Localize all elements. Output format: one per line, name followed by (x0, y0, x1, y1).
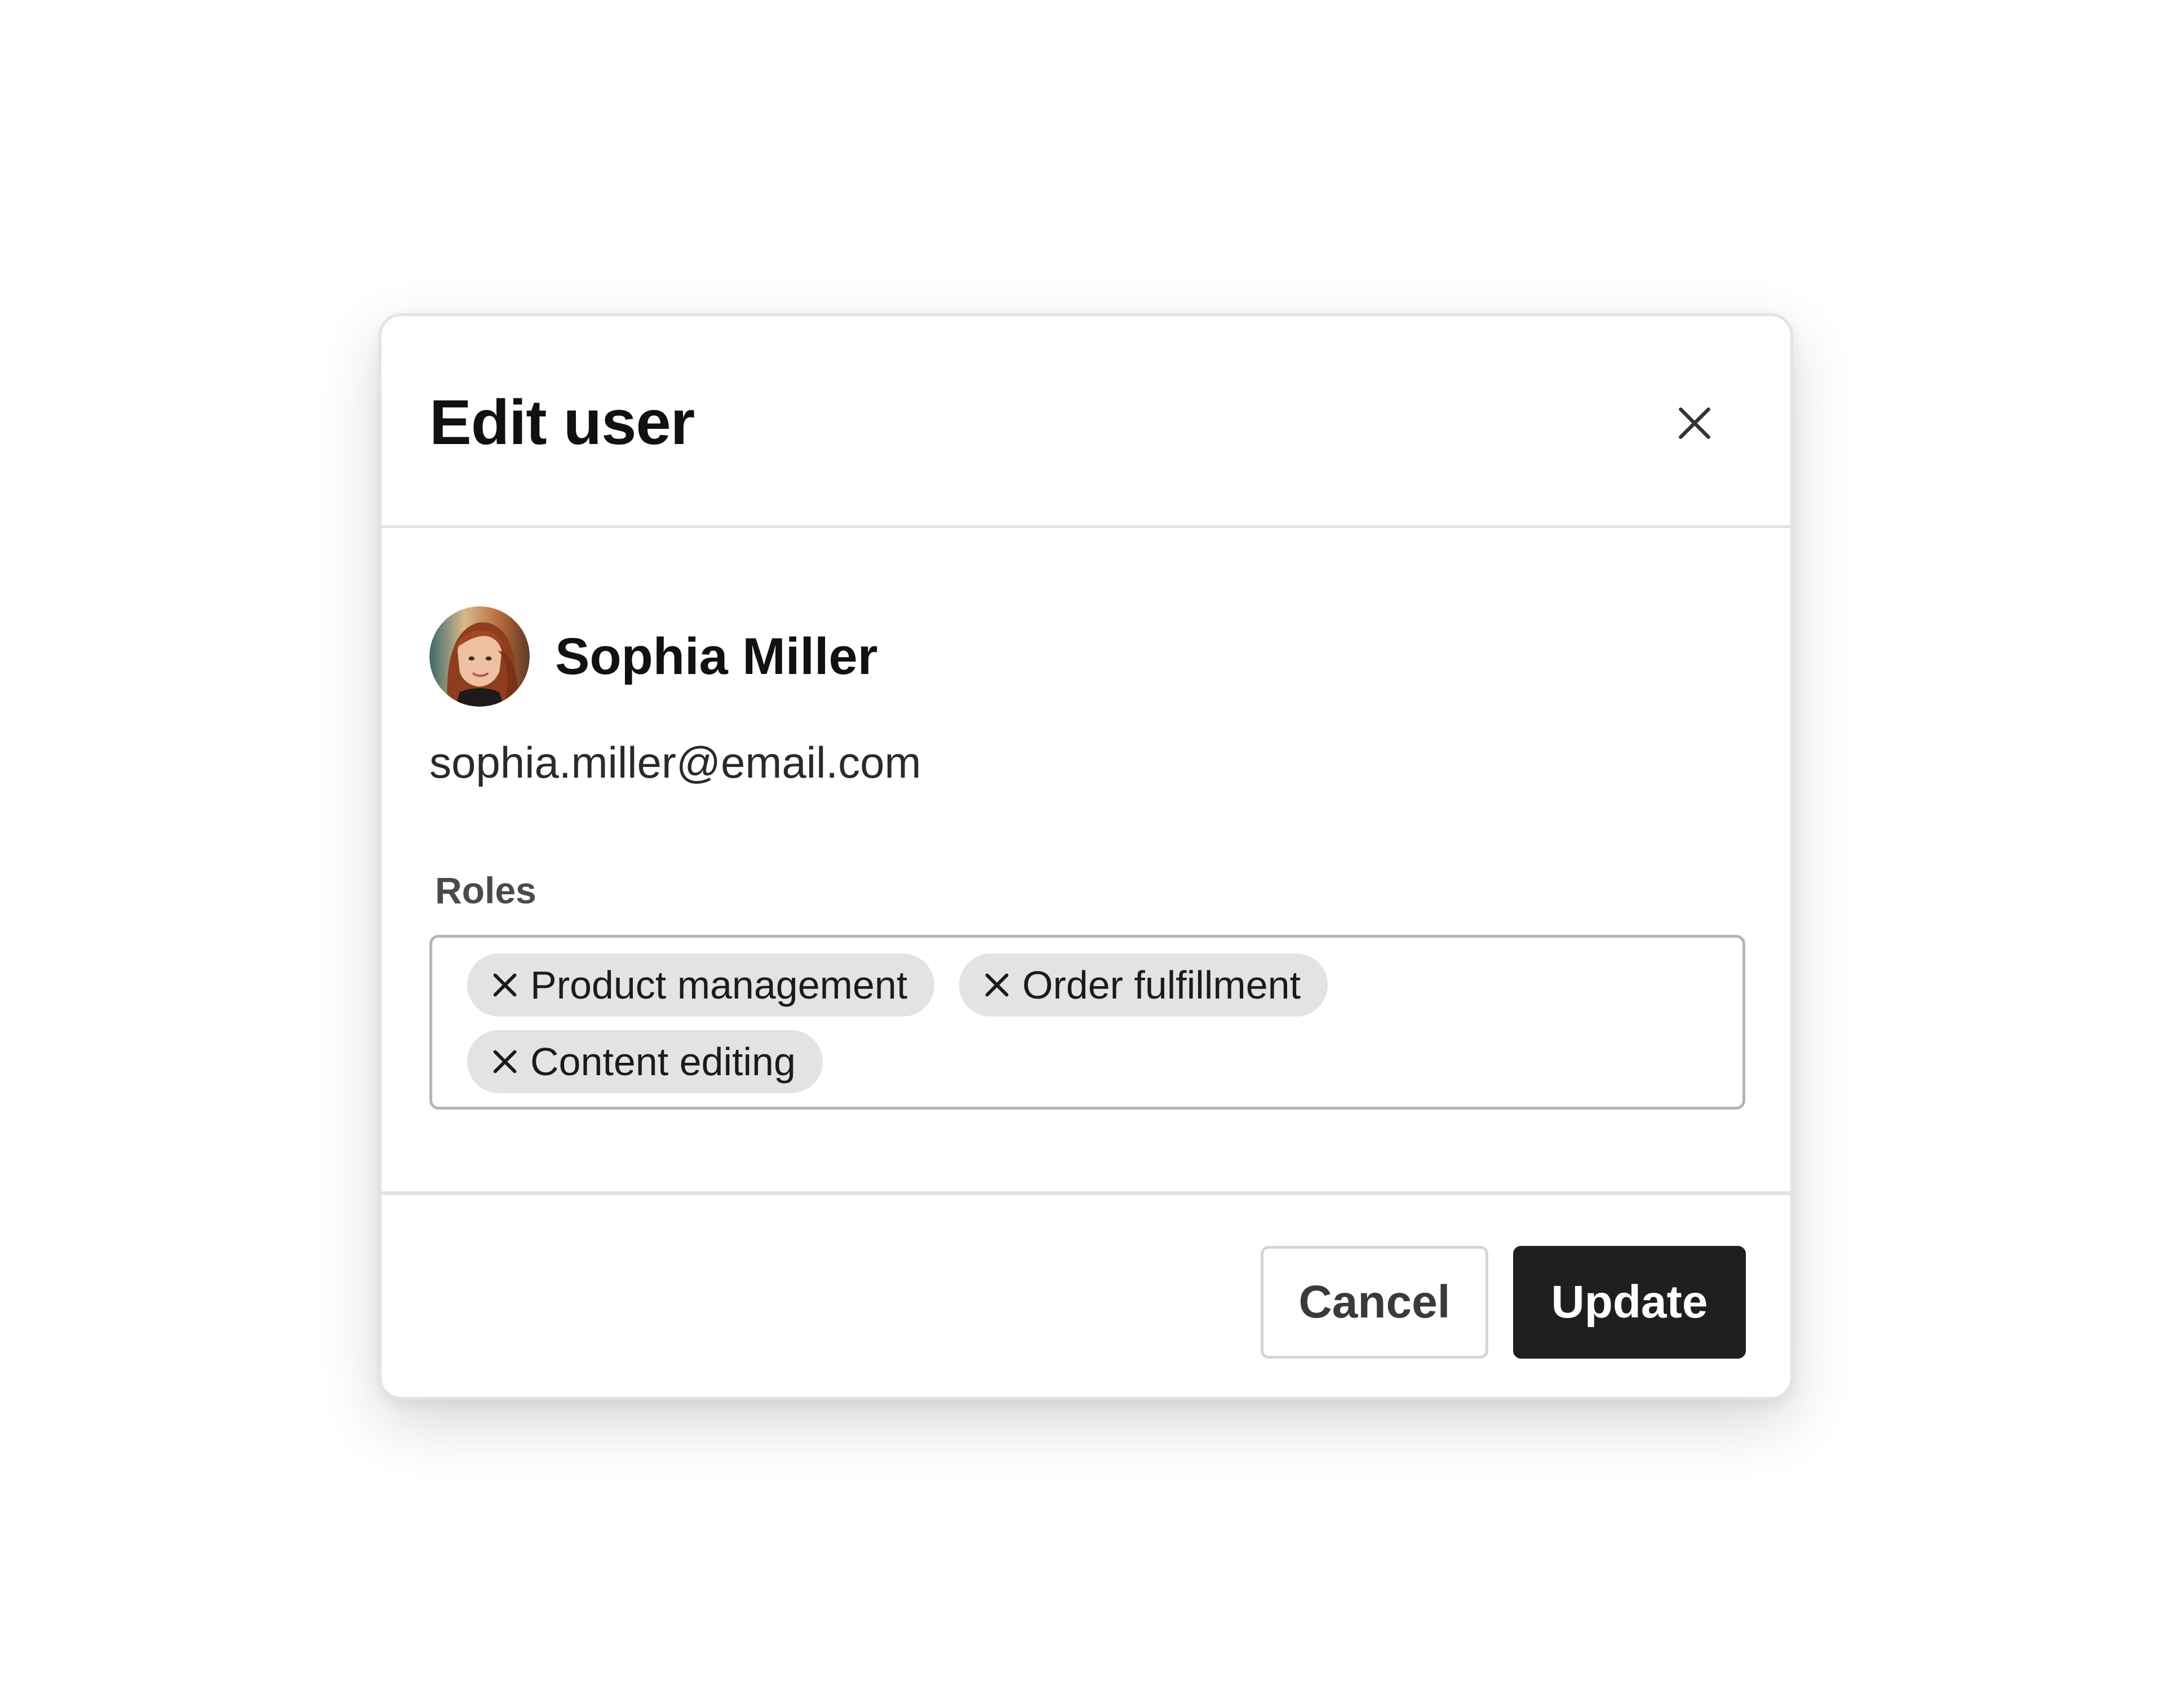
roles-label: Roles (435, 869, 536, 911)
user-email: sophia.miller@email.com (429, 738, 921, 787)
role-chip: Content editing (467, 1030, 823, 1093)
role-chip-label: Product management (530, 963, 908, 1007)
user-name: Sophia Miller (555, 628, 878, 685)
roles-multiselect[interactable]: Product management Order fulfillment Con… (429, 935, 1745, 1110)
dialog-title: Edit user (429, 387, 695, 458)
cancel-button[interactable]: Cancel (1261, 1246, 1488, 1359)
close-button[interactable] (1655, 384, 1734, 463)
close-icon (985, 973, 1009, 997)
remove-role-button[interactable] (489, 1045, 521, 1078)
role-chip-label: Order fulfillment (1022, 963, 1301, 1007)
remove-role-button[interactable] (981, 969, 1013, 1001)
role-chip-label: Content editing (530, 1040, 796, 1084)
close-icon (493, 973, 517, 997)
role-chip: Product management (467, 953, 935, 1017)
close-icon (1679, 407, 1710, 439)
user-avatar-photo (429, 606, 530, 707)
role-chip: Order fulfillment (959, 953, 1328, 1017)
update-button[interactable]: Update (1513, 1246, 1746, 1359)
remove-role-button[interactable] (489, 969, 521, 1001)
edit-user-dialog: Edit user Sophia Miller sophia.miller@em… (379, 313, 1793, 1400)
dialog-header: Edit user (382, 316, 1790, 528)
dialog-body: Sophia Miller sophia.miller@email.com Ro… (382, 528, 1790, 1220)
close-icon (493, 1050, 517, 1073)
dialog-footer: Cancel Update (382, 1191, 1790, 1397)
avatar (429, 606, 530, 707)
